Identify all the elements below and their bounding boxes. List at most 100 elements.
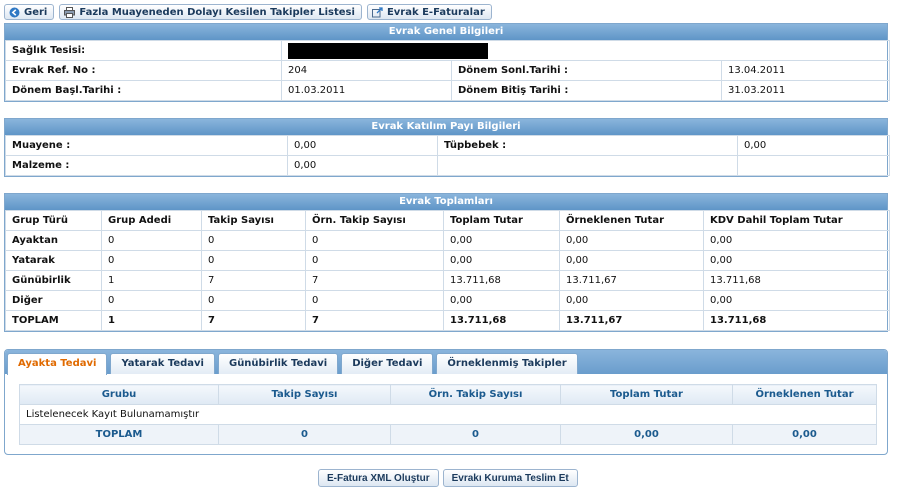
table-row: Muayene : 0,00 Tüpbebek : 0,00	[5, 135, 890, 156]
table-cell: 0	[305, 250, 444, 271]
table-cell: 0	[101, 290, 202, 311]
list-button[interactable]: Fazla Muayeneden Dolayı Kesilen Takipler…	[59, 4, 362, 20]
donem-sonl-label: Dönem Sonl.Tarihi :	[451, 60, 722, 81]
table-cell: 7	[305, 270, 444, 291]
teslim-button[interactable]: Evrakı Kuruma Teslim Et	[442, 469, 578, 487]
malzeme-label: Malzeme :	[5, 155, 288, 176]
donem-bitis-label: Dönem Bitiş Tarihi :	[451, 80, 722, 101]
toplamlar-title: Evrak Toplamları	[5, 194, 887, 210]
table-cell: 0,00	[703, 290, 890, 311]
table-row: Malzeme : 0,00	[5, 155, 890, 176]
muayene-label: Muayene :	[5, 135, 288, 156]
col-header: Grubu	[19, 384, 219, 405]
toplamlar-table: Grup Türü Grup Adedi Takip Sayısı Örn. T…	[5, 210, 890, 331]
table-cell: 0,00	[443, 250, 560, 271]
table-header-row: Grup Türü Grup Adedi Takip Sayısı Örn. T…	[5, 210, 890, 231]
table-cell: 0	[101, 250, 202, 271]
table-row: Sağlık Tesisi:	[5, 40, 890, 61]
bottom-actions: E-Fatura XML Oluştur Evrakı Kuruma Tesli…	[318, 469, 578, 487]
col-header: Toplam Tutar	[443, 210, 560, 231]
table-cell: 0,00	[443, 290, 560, 311]
tab-yatarak-tedavi[interactable]: Yatarak Tedavi	[110, 353, 215, 374]
genel-bilgiler-title: Evrak Genel Bilgileri	[5, 24, 887, 40]
table-cell: 0,00	[703, 230, 890, 251]
table-cell: Diğer	[5, 290, 102, 311]
tab-gunubirlik-tedavi[interactable]: Günübirlik Tedavi	[217, 353, 339, 374]
table-cell: 0,00	[703, 250, 890, 271]
table-cell: 0	[305, 230, 444, 251]
detail-table: Grubu Takip Sayısı Örn. Takip Sayısı Top…	[19, 384, 877, 445]
col-header: Takip Sayısı	[201, 210, 306, 231]
back-arrow-icon	[9, 7, 20, 18]
col-header: Takip Sayısı	[218, 384, 391, 405]
table-cell: 0	[101, 230, 202, 251]
tedavi-tabs-panel: Ayakta Tedavi Yatarak Tedavi Günübirlik …	[4, 349, 888, 455]
table-cell: 0	[201, 250, 306, 271]
table-cell: 0,00	[560, 424, 733, 445]
redacted-block	[288, 42, 488, 59]
table-cell: 0	[390, 424, 561, 445]
table-cell: Ayaktan	[5, 230, 102, 251]
table-cell: 7	[201, 270, 306, 291]
ref-no-value: 204	[281, 60, 452, 81]
table-cell: 0	[201, 290, 306, 311]
saglik-tesisi-label: Sağlık Tesisi:	[5, 40, 282, 61]
katilim-payi-panel: Evrak Katılım Payı Bilgileri Muayene : 0…	[4, 118, 890, 177]
table-cell: 13.711,67	[559, 310, 704, 331]
table-cell: 13.711,68	[703, 310, 890, 331]
table-row: Yatarak 0 0 0 0,00 0,00 0,00	[5, 250, 890, 271]
table-header-row: Grubu Takip Sayısı Örn. Takip Sayısı Top…	[19, 384, 877, 405]
tab-diger-tedavi[interactable]: Diğer Tedavi	[341, 353, 434, 374]
tab-orneklenmis-takipler[interactable]: Örneklenmiş Takipler	[436, 353, 578, 374]
col-header: Grup Türü	[5, 210, 102, 231]
table-cell: 0	[218, 424, 391, 445]
table-cell: 13.711,67	[559, 270, 704, 291]
col-header: Örneklenen Tutar	[732, 384, 877, 405]
table-row: Dönem Başl.Tarihi : 01.03.2011 Dönem Bit…	[5, 80, 890, 101]
muayene-value: 0,00	[287, 135, 438, 156]
col-header: KDV Dahil Toplam Tutar	[703, 210, 890, 231]
table-row: Günübirlik 1 7 7 13.711,68 13.711,67 13.…	[5, 270, 890, 291]
external-link-icon	[371, 6, 383, 18]
table-cell: 0	[201, 230, 306, 251]
table-cell: 7	[305, 310, 444, 331]
table-cell: TOPLAM	[19, 424, 219, 445]
col-header: Örn. Takip Sayısı	[390, 384, 561, 405]
back-button[interactable]: Geri	[4, 4, 55, 20]
table-cell: 13.711,68	[703, 270, 890, 291]
table-row: Listelenecek Kayıt Bulunamamıştır	[19, 404, 877, 425]
table-row: Ayaktan 0 0 0 0,00 0,00 0,00	[5, 230, 890, 251]
ref-no-label: Evrak Ref. No :	[5, 60, 282, 81]
efatura-button[interactable]: Evrak E-Faturalar	[366, 4, 492, 20]
tab-ayakta-tedavi[interactable]: Ayakta Tedavi	[7, 353, 108, 375]
table-total-row: TOPLAM 0 0 0,00 0,00	[19, 424, 877, 445]
malzeme-value: 0,00	[287, 155, 438, 176]
table-cell: 1	[101, 270, 202, 291]
genel-bilgiler-panel: Evrak Genel Bilgileri Sağlık Tesisi: Evr…	[4, 23, 890, 102]
table-cell: 7	[201, 310, 306, 331]
tab-bar: Ayakta Tedavi Yatarak Tedavi Günübirlik …	[5, 350, 887, 375]
table-row: Diğer 0 0 0 0,00 0,00 0,00	[5, 290, 890, 311]
table-cell: 0,00	[443, 230, 560, 251]
efatura-xml-button[interactable]: E-Fatura XML Oluştur	[318, 469, 439, 487]
katilim-payi-table: Muayene : 0,00 Tüpbebek : 0,00 Malzeme :…	[5, 135, 890, 176]
table-cell: 0,00	[732, 424, 877, 445]
list-button-label: Fazla Muayeneden Dolayı Kesilen Takipler…	[79, 6, 355, 18]
donem-basl-label: Dönem Başl.Tarihi :	[5, 80, 282, 101]
col-header: Toplam Tutar	[560, 384, 733, 405]
col-header: Örn. Takip Sayısı	[305, 210, 444, 231]
katilim-payi-title: Evrak Katılım Payı Bilgileri	[5, 119, 887, 135]
table-cell: 0,00	[559, 250, 704, 271]
table-cell: TOPLAM	[5, 310, 102, 331]
donem-basl-value: 01.03.2011	[281, 80, 452, 101]
table-cell: 13.711,68	[443, 310, 560, 331]
table-cell: 0,00	[559, 290, 704, 311]
col-header: Grup Adedi	[101, 210, 202, 231]
donem-sonl-value: 13.04.2011	[721, 60, 890, 81]
table-cell: 1	[101, 310, 202, 331]
donem-bitis-value: 31.03.2011	[721, 80, 890, 101]
tupbebek-label: Tüpbebek :	[437, 135, 738, 156]
saglik-tesisi-value	[281, 40, 890, 61]
table-row: Evrak Ref. No : 204 Dönem Sonl.Tarihi : …	[5, 60, 890, 81]
empty-cell	[437, 155, 738, 176]
